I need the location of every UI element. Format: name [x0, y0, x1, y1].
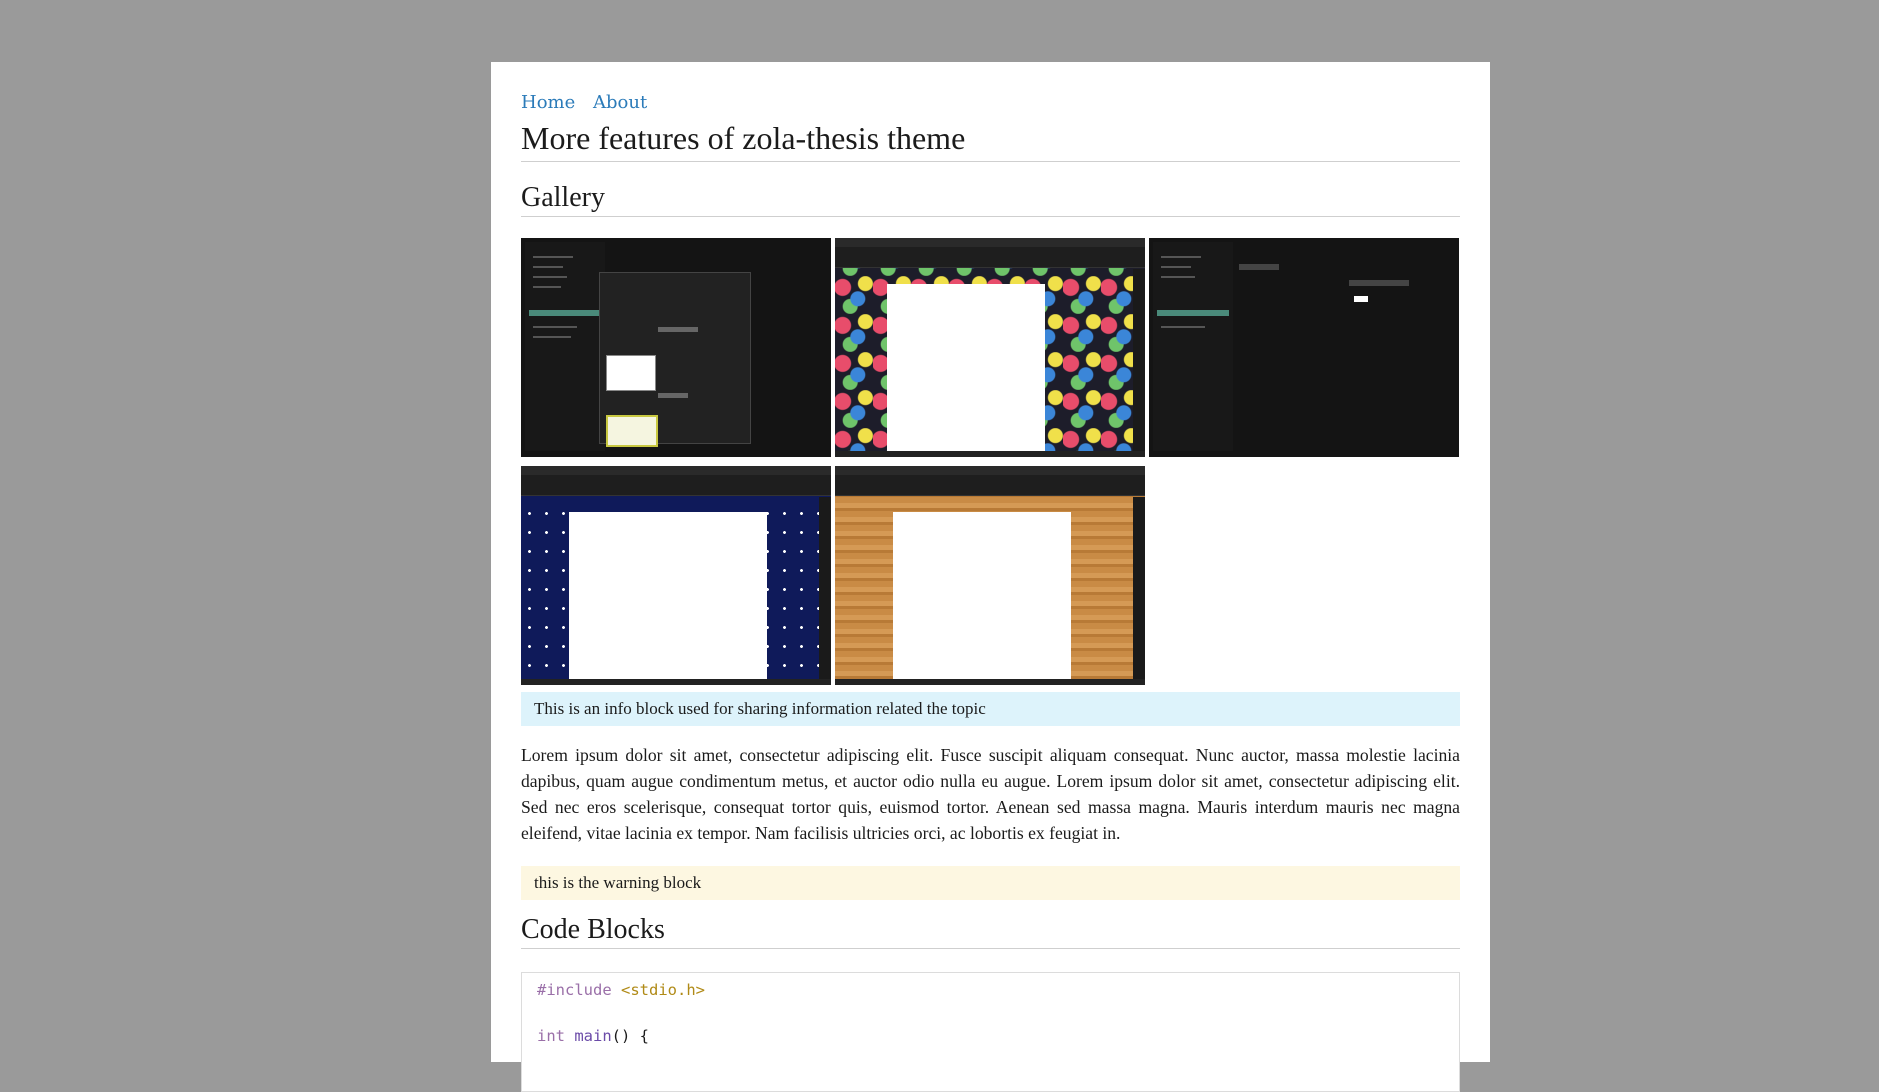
sidebar-line	[1161, 326, 1205, 328]
code-function-name: main	[574, 1027, 612, 1045]
code-line-1: #include <stdio.h>	[537, 981, 1444, 1004]
titlebar	[835, 466, 1145, 475]
titlebar	[835, 238, 1145, 247]
theme-preview-1	[606, 355, 656, 391]
sidebar-line	[533, 326, 577, 328]
sidebar-line	[1161, 266, 1191, 268]
statusbar	[835, 679, 1145, 685]
gallery-heading: Gallery	[521, 182, 1460, 217]
gallery-image-5[interactable]	[835, 466, 1145, 685]
options-sidebar	[1153, 242, 1233, 451]
gallery-image-3[interactable]	[1149, 238, 1459, 457]
gallery-image-4[interactable]	[521, 466, 831, 685]
sidebar-selection	[1157, 310, 1229, 316]
nav-about-link[interactable]: About	[593, 92, 647, 113]
sidebar-selection	[529, 310, 601, 316]
code-include-directive: #include	[537, 981, 612, 999]
sidebar-line	[533, 256, 573, 258]
sidebar-line	[1161, 256, 1201, 258]
page-title: More features of zola-thesis theme	[521, 120, 1460, 162]
document-page	[893, 512, 1071, 680]
document-page	[887, 284, 1045, 452]
document-page	[569, 512, 767, 680]
sidebar-line	[533, 266, 563, 268]
document-dropdown	[1349, 280, 1409, 286]
sidebar-line	[533, 276, 567, 278]
code-include-header: <stdio.h>	[621, 981, 705, 999]
code-line-3: int main() {	[537, 1027, 1444, 1050]
sidebar-line	[1161, 276, 1195, 278]
toolbar	[835, 247, 1145, 268]
titlebar	[521, 466, 831, 475]
gallery-image-2[interactable]	[835, 238, 1145, 457]
options-sidebar	[525, 242, 605, 451]
lorem-paragraph: Lorem ipsum dolor sit amet, consectetur …	[521, 745, 1460, 843]
code-blocks-heading: Code Blocks	[521, 914, 1460, 949]
theme-preview-2	[606, 415, 658, 447]
statusbar	[521, 679, 831, 685]
code-type-keyword: int	[537, 1027, 565, 1045]
color-swatch	[1354, 296, 1368, 302]
warning-block: this is the warning block	[521, 866, 1460, 900]
dialog-button	[658, 393, 688, 398]
sidebar	[1133, 269, 1145, 451]
statusbar	[835, 451, 1145, 457]
sidebar	[819, 497, 831, 679]
theme-dropdown	[1239, 264, 1279, 270]
page-container: Home About More features of zola-thesis …	[491, 62, 1490, 1092]
sidebar-line	[533, 336, 571, 338]
themes-dialog	[599, 272, 751, 447]
gallery-image-1[interactable]	[521, 238, 831, 457]
code-function-rest: () {	[611, 1027, 649, 1045]
info-block: This is an info block used for sharing i…	[521, 692, 1460, 726]
sidebar-line	[533, 286, 561, 288]
toolbar	[521, 475, 831, 496]
code-block: #include <stdio.h> int main() {	[521, 972, 1460, 1092]
sidebar	[1133, 497, 1145, 679]
toolbar	[835, 475, 1145, 496]
top-nav: Home About	[521, 92, 659, 113]
nav-home-link[interactable]: Home	[521, 92, 575, 113]
dialog-button	[658, 327, 698, 332]
